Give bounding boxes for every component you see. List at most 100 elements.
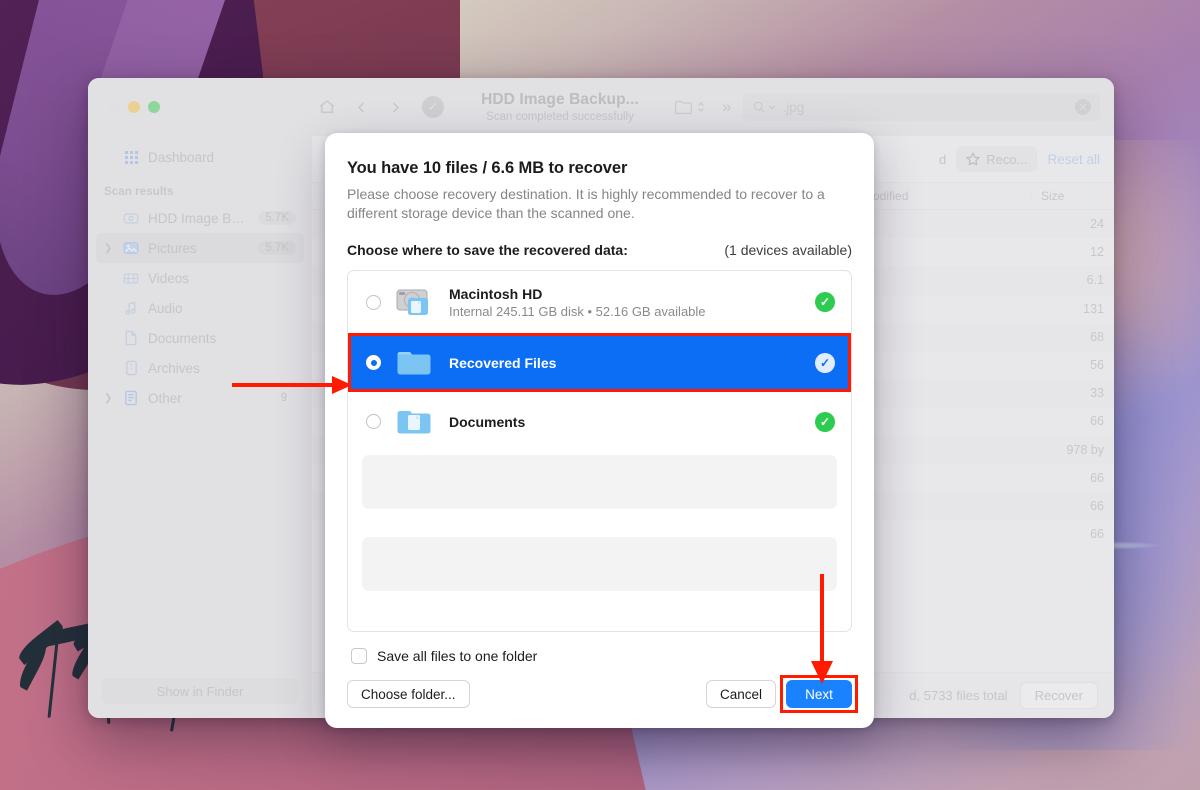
close-window-button[interactable] — [108, 101, 120, 113]
destination-text: Recovered Files — [449, 355, 802, 371]
sidebar-item-documents[interactable]: Documents — [96, 323, 304, 353]
cancel-button[interactable]: Cancel — [706, 680, 776, 708]
green-check-icon: ✓ — [815, 292, 835, 312]
expand-chevron-icon[interactable]: ❯ — [104, 243, 114, 254]
destination-radio[interactable] — [366, 414, 381, 429]
sidebar-section-title: Scan results — [88, 182, 312, 203]
home-icon[interactable] — [312, 92, 342, 122]
filter-chip-partial[interactable]: d — [939, 146, 946, 172]
status-text: d, 5733 files total — [909, 688, 1007, 703]
sidebar-item-videos[interactable]: Videos — [96, 263, 304, 293]
archive-icon — [122, 360, 140, 376]
expand-chevron-icon[interactable]: ❯ — [104, 393, 114, 404]
cell-size: 131 — [1030, 302, 1114, 316]
next-button[interactable]: Next — [786, 680, 852, 708]
destination-detail: Internal 245.11 GB disk • 52.16 GB avail… — [449, 304, 802, 319]
sidebar-item-label: Pictures — [148, 241, 250, 256]
destination-list[interactable]: Macintosh HD Internal 245.11 GB disk • 5… — [347, 270, 852, 632]
save-all-checkbox[interactable] — [351, 648, 367, 664]
chevron-down-icon — [768, 103, 776, 111]
destination-radio[interactable] — [366, 295, 381, 310]
stepper-updown-icon — [696, 99, 706, 115]
sidebar: Dashboard Scan results HDD Image Back...… — [88, 136, 312, 718]
column-header-size[interactable]: Size — [1030, 189, 1114, 203]
toolbar-subtitle: Scan completed successfully — [486, 111, 634, 123]
sidebar-item-audio[interactable]: Audio — [96, 293, 304, 323]
cell-size: 56 — [1030, 358, 1114, 372]
save-all-to-one-folder-row[interactable]: Save all files to one folder — [347, 648, 852, 664]
star-icon — [966, 152, 980, 166]
dialog-description: Please choose recovery destination. It i… — [347, 185, 852, 223]
sidebar-item-label: Other — [148, 391, 264, 406]
grid-icon — [122, 149, 140, 165]
folder-select-control[interactable] — [674, 99, 706, 115]
image-icon — [122, 240, 140, 256]
destination-placeholder-row — [362, 455, 837, 509]
reset-all-link[interactable]: Reset all — [1047, 152, 1100, 167]
back-chevron-icon[interactable] — [346, 92, 376, 122]
film-icon — [122, 270, 140, 286]
destination-item-macintosh-hd[interactable]: Macintosh HD Internal 245.11 GB disk • 5… — [348, 271, 851, 333]
desktop-wallpaper: ✓ HDD Image Backup... Scan completed suc… — [0, 0, 1200, 790]
choose-destination-label: Choose where to save the recovered data: — [347, 242, 628, 258]
recovered-filter-chip[interactable]: Reco... — [956, 146, 1037, 172]
sidebar-item-other[interactable]: ❯ Other 9 — [96, 383, 304, 413]
destination-text: Documents — [449, 414, 802, 430]
search-input-value[interactable]: .jpg — [782, 100, 1069, 115]
destination-radio[interactable] — [366, 355, 381, 370]
cell-size: 66 — [1030, 499, 1114, 513]
toolbar-overflow-icon[interactable]: » — [722, 97, 731, 117]
document-icon — [122, 330, 140, 346]
destination-placeholder-row — [362, 537, 837, 591]
destination-name: Documents — [449, 414, 802, 430]
recovery-destination-dialog[interactable]: You have 10 files / 6.6 MB to recover Pl… — [325, 133, 874, 728]
clear-search-icon[interactable]: ✕ — [1075, 99, 1091, 115]
folder-document-icon — [394, 405, 436, 439]
cell-size: 6.1 — [1030, 273, 1114, 287]
sidebar-item-label: Documents — [148, 331, 296, 346]
toolbar-title-block: HDD Image Backup... Scan completed succe… — [460, 91, 660, 123]
destination-item-documents[interactable]: Documents ✓ — [348, 392, 851, 451]
window-toolbar: ✓ HDD Image Backup... Scan completed suc… — [88, 78, 1114, 136]
search-icon — [752, 100, 766, 114]
sidebar-item-badge: 5.7K — [258, 211, 296, 225]
cell-size: 24 — [1030, 217, 1114, 231]
list-icon — [122, 390, 140, 406]
harddisk-folder-icon — [394, 285, 436, 319]
choose-destination-row: Choose where to save the recovered data:… — [347, 242, 852, 258]
forward-chevron-icon[interactable] — [380, 92, 410, 122]
recover-button[interactable]: Recover — [1020, 682, 1098, 709]
destination-name: Recovered Files — [449, 355, 802, 371]
harddisk-icon — [122, 210, 140, 226]
sidebar-item-hdd-image-backup[interactable]: HDD Image Back... 5.7K — [96, 203, 304, 233]
sidebar-item-dashboard[interactable]: Dashboard — [96, 142, 304, 172]
recovered-filter-label: Reco... — [986, 152, 1027, 167]
maximize-window-button[interactable] — [148, 101, 160, 113]
music-icon — [122, 300, 140, 316]
sidebar-footer: Show in Finder — [88, 668, 312, 718]
show-in-finder-button[interactable]: Show in Finder — [102, 678, 298, 704]
destination-item-recovered-files[interactable]: Recovered Files ✓ — [348, 333, 851, 392]
dialog-title: You have 10 files / 6.6 MB to recover — [347, 159, 852, 178]
sidebar-item-pictures[interactable]: ❯ Pictures 5.7K — [96, 233, 304, 263]
save-all-label: Save all files to one folder — [377, 648, 537, 664]
choose-folder-button[interactable]: Choose folder... — [347, 680, 470, 708]
destination-name: Macintosh HD — [449, 286, 802, 302]
traffic-lights[interactable] — [88, 101, 312, 113]
search-field[interactable]: .jpg ✕ — [743, 93, 1100, 121]
toolbar-title: HDD Image Backup... — [481, 91, 639, 109]
minimize-window-button[interactable] — [128, 101, 140, 113]
cell-size: 68 — [1030, 330, 1114, 344]
sidebar-item-label: Videos — [148, 271, 296, 286]
next-button-wrapper: Next — [786, 680, 852, 708]
sidebar-item-archives[interactable]: Archives — [96, 353, 304, 383]
cell-size: 66 — [1030, 471, 1114, 485]
devices-available-count: (1 devices available) — [724, 242, 852, 258]
sidebar-item-label: Audio — [148, 301, 296, 316]
green-check-icon: ✓ — [815, 412, 835, 432]
folder-icon — [394, 346, 436, 380]
scan-status-check-icon: ✓ — [422, 96, 444, 118]
sidebar-item-badge: 9 — [272, 391, 296, 405]
column-header-modified[interactable]: odified — [862, 189, 1030, 203]
cell-size: 12 — [1030, 245, 1114, 259]
